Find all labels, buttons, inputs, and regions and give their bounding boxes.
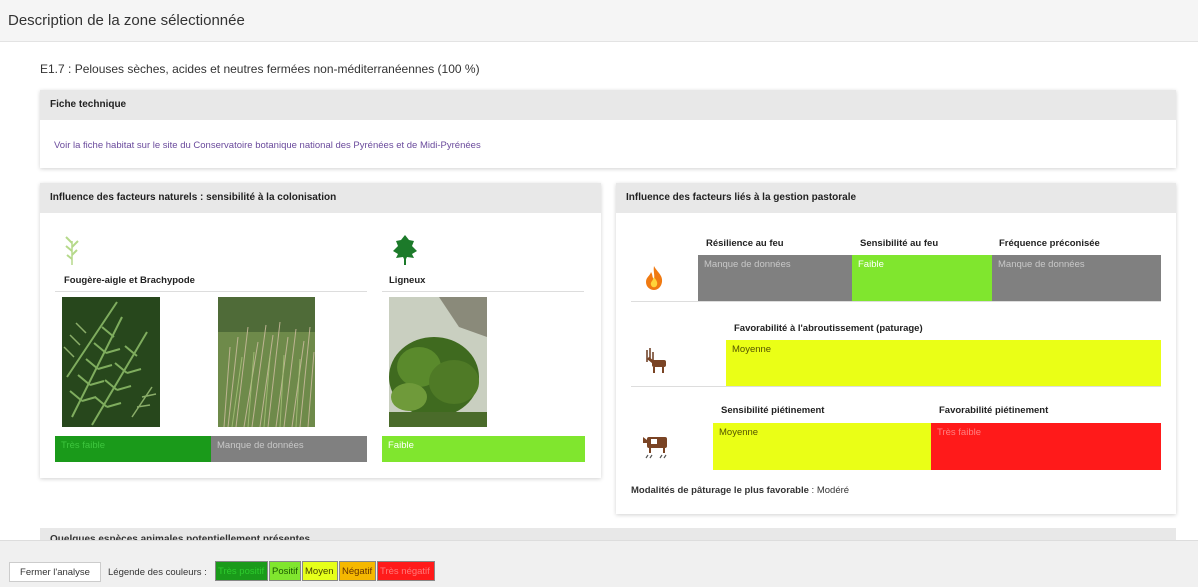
fern-group-label: Fougère-aigle et Brachypode — [64, 275, 195, 286]
legend-item: Positif — [269, 561, 301, 581]
cow-icon — [643, 437, 667, 459]
trampling-sensitivity-cell: Moyenne — [713, 423, 931, 470]
grass-photo — [218, 297, 315, 427]
grazing-modalities-label: Modalités de pâturage le plus favorable — [631, 485, 809, 496]
fire-frequency-header: Fréquence préconisée — [999, 238, 1100, 249]
pastoral-factors-panel: Influence des facteurs liés à la gestion… — [616, 183, 1176, 514]
grazing-favorability-cell: Moyenne — [726, 340, 1161, 386]
color-legend-label: Légende des couleurs : — [108, 567, 207, 578]
grazing-animal-icon — [646, 348, 666, 373]
fire-sensitivity-cell: Faible — [852, 255, 992, 301]
grazing-favorability-header: Favorabilité à l'abroutissement (paturag… — [734, 323, 923, 334]
shrub-photo — [389, 297, 487, 427]
fern-sensitivity-cell: Très faible — [55, 436, 211, 462]
woody-group-label: Ligneux — [389, 275, 426, 286]
fiche-habitat-link[interactable]: Voir la fiche habitat sur le site du Con… — [54, 140, 481, 151]
grass-sensitivity-cell: Manque de données — [211, 436, 367, 462]
grazing-modalities: Modalités de pâturage le plus favorable … — [631, 485, 849, 496]
fiche-technique-panel: Fiche technique Voir la fiche habitat su… — [40, 90, 1176, 168]
fiche-technique-title: Fiche technique — [40, 90, 1176, 120]
fire-frequency-cell: Manque de données — [992, 255, 1161, 301]
fire-resilience-cell: Manque de données — [698, 255, 852, 301]
grazing-modalities-value: Modéré — [816, 485, 850, 496]
trampling-favorability-header: Favorabilité piétinement — [939, 405, 1049, 416]
close-analysis-button[interactable]: Fermer l'analyse — [9, 562, 101, 582]
trampling-favorability-cell: Très faible — [931, 423, 1161, 470]
legend-item: Très négatif — [377, 561, 435, 581]
fire-sensitivity-header: Sensibilité au feu — [860, 238, 939, 249]
fire-resilience-header: Résilience au feu — [706, 238, 784, 249]
woody-sensitivity-cell: Faible — [382, 436, 585, 462]
legend-item: Très positif — [215, 561, 268, 581]
divider — [631, 301, 1161, 302]
divider — [382, 291, 584, 292]
natural-factors-panel: Influence des facteurs naturels : sensib… — [40, 183, 601, 478]
pastoral-factors-title: Influence des facteurs liés à la gestion… — [616, 183, 1176, 213]
habitat-description: E1.7 : Pelouses sèches, acides et neutre… — [40, 62, 480, 76]
legend-item: Négatif — [339, 561, 376, 581]
top-header: Description de la zone sélectionnée — [0, 0, 1198, 42]
divider — [631, 386, 1161, 387]
fire-icon — [646, 266, 663, 290]
trampling-sensitivity-header: Sensibilité piétinement — [721, 405, 825, 416]
fern-photo — [62, 297, 160, 427]
bottom-toolbar — [0, 540, 1198, 587]
fern-icon — [65, 236, 79, 265]
divider — [55, 291, 367, 292]
legend-item: Moyen — [302, 561, 338, 581]
grazing-modalities-sep: : — [808, 485, 817, 496]
tree-icon — [393, 235, 417, 265]
natural-factors-title: Influence des facteurs naturels : sensib… — [40, 183, 601, 213]
page-title: Description de la zone sélectionnée — [8, 12, 245, 29]
